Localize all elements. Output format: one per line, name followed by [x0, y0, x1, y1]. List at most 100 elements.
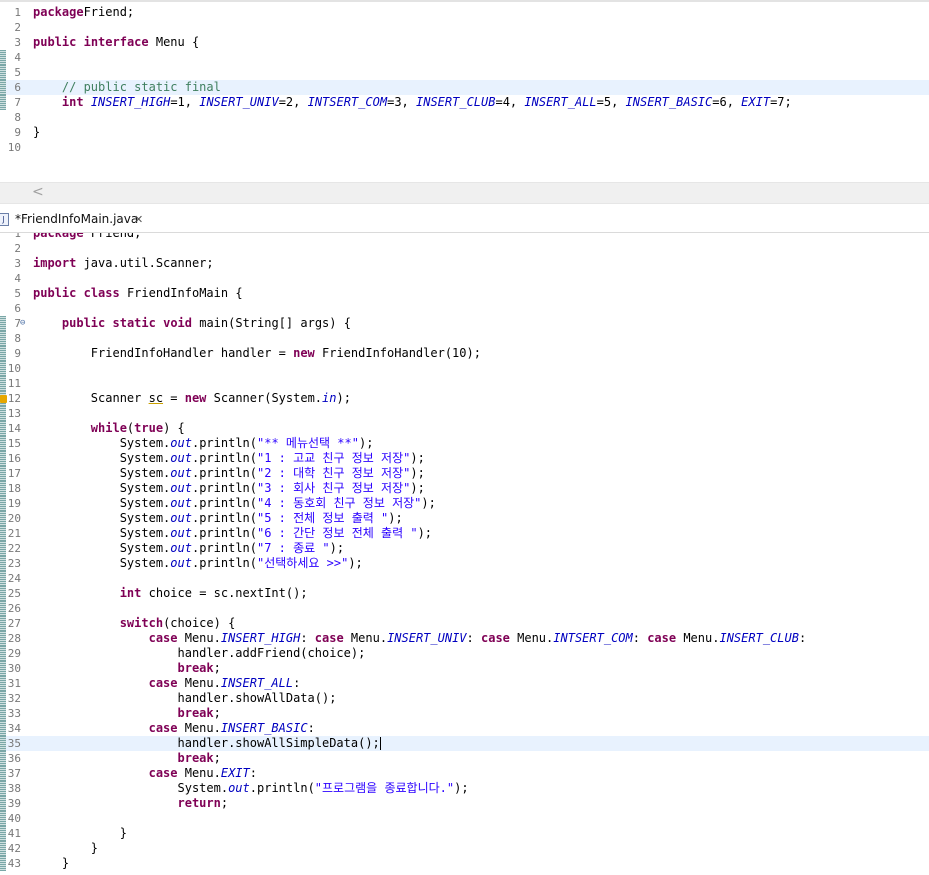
- code-line[interactable]: 21 System.out.println("6 : 간단 정보 전체 출력 "…: [0, 526, 929, 541]
- code-line[interactable]: 15 System.out.println("** 메뉴선택 **");: [0, 436, 929, 451]
- code-line[interactable]: 1 packageFriend;: [0, 5, 929, 20]
- code-line[interactable]: 27 switch(choice) {: [0, 616, 929, 631]
- code-text: case Menu.INSERT_ALL:: [33, 676, 301, 691]
- tab-friendinfomain-java[interactable]: J *FriendInfoMain.java ✕: [0, 207, 152, 232]
- field-token: INSERT_HIGH: [90, 95, 171, 109]
- code-line[interactable]: 23 System.out.println("선택하세요 >>");: [0, 556, 929, 571]
- code-token: System.: [33, 526, 171, 540]
- code-line[interactable]: 10: [0, 140, 929, 155]
- code-line[interactable]: 6 // public static final: [0, 80, 929, 95]
- code-line[interactable]: 11: [0, 376, 929, 391]
- code-line[interactable]: 29 handler.addFriend(choice);: [0, 646, 929, 661]
- code-line[interactable]: 5 public class FriendInfoMain {: [0, 286, 929, 301]
- horizontal-scrollbar[interactable]: <: [0, 182, 929, 204]
- code-token: Menu {: [148, 35, 200, 49]
- code-line[interactable]: 37 case Menu.EXIT:: [0, 766, 929, 781]
- code-line[interactable]: 39 return;: [0, 796, 929, 811]
- code-token: }: [33, 125, 41, 139]
- code-line[interactable]: 42 }: [0, 841, 929, 856]
- friendinfomain-editor[interactable]: 1 package Friend; 2 3 import java.util.Scann…: [0, 233, 929, 875]
- code-line[interactable]: 40: [0, 811, 929, 826]
- change-marker: [0, 631, 6, 646]
- code-line[interactable]: 3 public interface Menu {: [0, 35, 929, 50]
- code-token: (choice) {: [163, 616, 236, 630]
- line-number: 4: [14, 272, 21, 285]
- code-line[interactable]: 38 System.out.println("프로그램을 종료합니다.");: [0, 781, 929, 796]
- code-line[interactable]: 34 case Menu.INSERT_BASIC:: [0, 721, 929, 736]
- string-token: "1 : 고교 친구 정보 저장": [257, 451, 411, 465]
- code-line[interactable]: 41 }: [0, 826, 929, 841]
- change-marker: [0, 601, 6, 616]
- change-marker: [0, 526, 6, 541]
- code-token: System.: [33, 496, 171, 510]
- code-line[interactable]: 17 System.out.println("2 : 대학 친구 정보 저장")…: [0, 466, 929, 481]
- code-line[interactable]: 35 handler.showAllSimpleData();: [0, 736, 929, 751]
- code-line[interactable]: 28 case Menu.INSERT_HIGH: case Menu.INSE…: [0, 631, 929, 646]
- code-line[interactable]: 25 int choice = sc.nextInt();: [0, 586, 929, 601]
- code-line[interactable]: 6: [0, 301, 929, 316]
- code-line[interactable]: 22 System.out.println("7 : 종료 ");: [0, 541, 929, 556]
- code-text: int choice = sc.nextInt();: [33, 586, 308, 601]
- code-line[interactable]: 33 break;: [0, 706, 929, 721]
- code-line[interactable]: 3 import java.util.Scanner;: [0, 256, 929, 271]
- code-line[interactable]: 4: [0, 271, 929, 286]
- line-number: 3: [14, 36, 21, 49]
- code-line[interactable]: 12 Scanner sc = new Scanner(System.in);: [0, 391, 929, 406]
- code-line[interactable]: 2: [0, 20, 929, 35]
- code-line[interactable]: 4: [0, 50, 929, 65]
- code-text: System.out.println("프로그램을 종료합니다.");: [33, 781, 468, 796]
- code-token: );: [358, 436, 374, 450]
- code-line[interactable]: 31 case Menu.INSERT_ALL:: [0, 676, 929, 691]
- code-line[interactable]: 2: [0, 241, 929, 256]
- code-line[interactable]: 7 public static void main(String[] args)…: [0, 316, 929, 331]
- keyword-token: public: [33, 286, 77, 300]
- change-marker: [0, 661, 6, 676]
- scroll-left-arrow-icon[interactable]: <: [32, 184, 44, 200]
- code-token: Scanner(System.: [206, 391, 323, 405]
- code-line[interactable]: 16 System.out.println("1 : 고교 친구 정보 저장")…: [0, 451, 929, 466]
- collapse-icon[interactable]: ⊖: [20, 316, 25, 331]
- code-line[interactable]: 26: [0, 601, 929, 616]
- field-token: INSERT_BASIC: [220, 721, 308, 735]
- code-line[interactable]: 30 break;: [0, 661, 929, 676]
- change-marker: [0, 80, 6, 95]
- code-line[interactable]: 5: [0, 65, 929, 80]
- code-line[interactable]: 20 System.out.println("5 : 전체 정보 출력 ");: [0, 511, 929, 526]
- code-line[interactable]: 24: [0, 571, 929, 586]
- code-line[interactable]: 8: [0, 110, 929, 125]
- change-marker: [0, 586, 6, 601]
- code-text: return;: [33, 796, 229, 811]
- code-token: ;: [213, 751, 221, 765]
- code-line[interactable]: 14 while(true) {: [0, 421, 929, 436]
- code-token: :: [798, 631, 807, 645]
- field-token: EXIT: [741, 95, 771, 109]
- field-token: out: [170, 481, 192, 495]
- code-line[interactable]: 1 package Friend;: [0, 233, 929, 241]
- code-line[interactable]: 18 System.out.println("3 : 회사 친구 정보 저장")…: [0, 481, 929, 496]
- code-line[interactable]: 7 int INSERT_HIGH=1, INSERT_UNIV=2, INTS…: [0, 95, 929, 110]
- code-token: .println(: [191, 466, 257, 480]
- code-line[interactable]: 13: [0, 406, 929, 421]
- code-line[interactable]: 9 FriendInfoHandler handler = new Friend…: [0, 346, 929, 361]
- close-tab-icon[interactable]: ✕: [134, 207, 143, 232]
- code-token: .println(: [191, 481, 257, 495]
- change-marker: [0, 541, 6, 556]
- keyword-token: int: [119, 586, 142, 600]
- menu-editor[interactable]: 1 packageFriend; 2 3 public interface Menu {…: [0, 0, 929, 182]
- code-line[interactable]: 10: [0, 361, 929, 376]
- warning-icon[interactable]: [0, 395, 7, 403]
- code-line[interactable]: 8: [0, 331, 929, 346]
- field-token: INTSERT_COM: [553, 631, 633, 645]
- text-caret: [379, 737, 381, 750]
- code-line[interactable]: 43 }: [0, 856, 929, 871]
- code-line[interactable]: 19 System.out.println("4 : 동호회 친구 정보 저장"…: [0, 496, 929, 511]
- code-token: ;: [220, 796, 229, 810]
- code-token: =3,: [387, 95, 416, 109]
- code-line[interactable]: 32 handler.showAllData();: [0, 691, 929, 706]
- code-token: Menu.: [676, 631, 720, 645]
- code-line[interactable]: 36 break;: [0, 751, 929, 766]
- keyword-token: case: [314, 631, 344, 645]
- code-line[interactable]: 9}: [0, 125, 929, 140]
